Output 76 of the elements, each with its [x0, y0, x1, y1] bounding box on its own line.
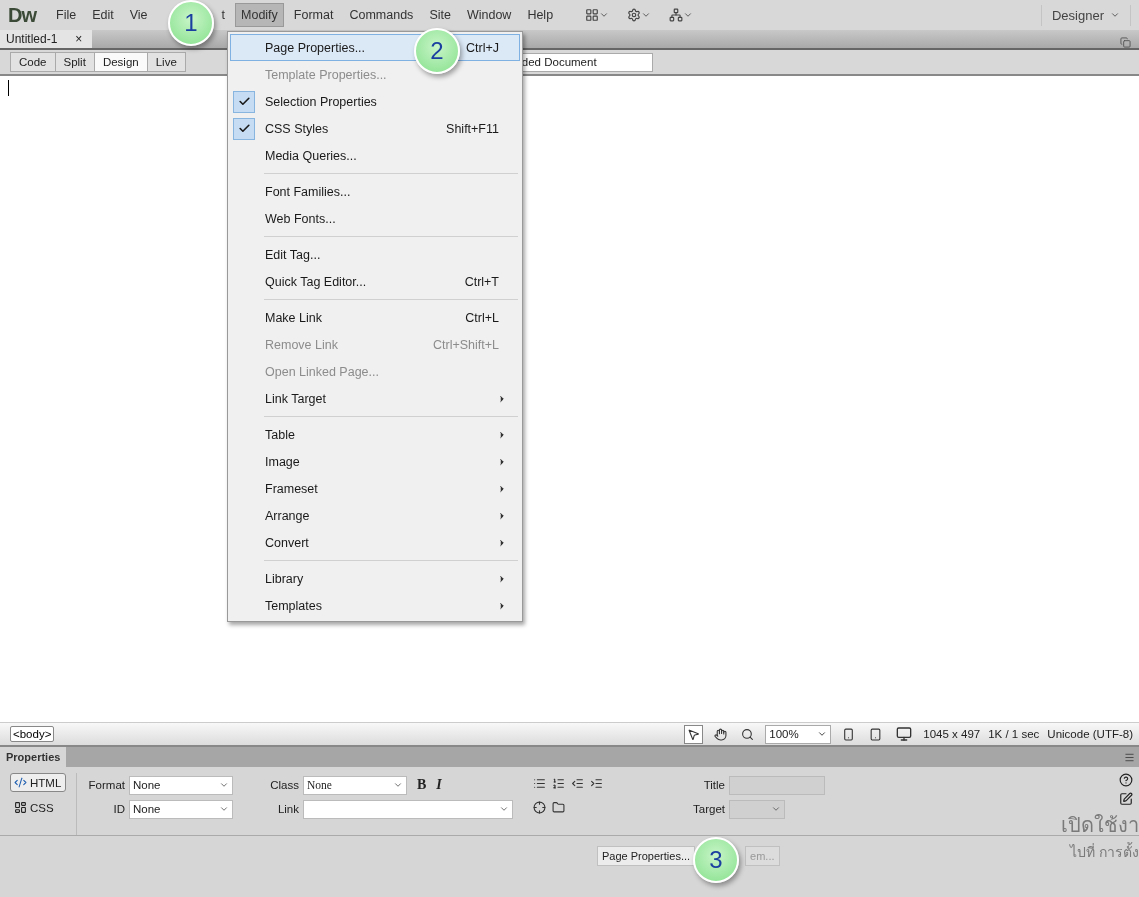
menu-item[interactable]: Commands	[343, 3, 420, 27]
check-icon	[237, 122, 251, 135]
caret-icon	[771, 804, 781, 814]
field-label: Link	[276, 803, 300, 815]
view-button[interactable]: Live	[146, 52, 186, 72]
mode-button[interactable]: HTML	[10, 773, 66, 792]
menu-item[interactable]: Help	[521, 3, 560, 27]
layout-icon[interactable]	[585, 8, 610, 22]
close-icon[interactable]: ×	[75, 32, 83, 46]
window-size[interactable]: 1045 x 497	[923, 728, 981, 740]
menu-item[interactable]: t	[215, 3, 232, 27]
activation-notice: เปิดใช้งา	[1061, 813, 1139, 838]
italic-button[interactable]: I	[436, 777, 442, 793]
page-properties-button[interactable]: Page Properties...	[597, 846, 696, 866]
workspace-switcher[interactable]: Designer	[1040, 4, 1131, 26]
menu-option[interactable]: Selection Properties	[230, 88, 520, 115]
check-icon	[237, 95, 251, 108]
menu-option[interactable]: Make Link Ctrl+L	[230, 304, 520, 331]
menu-option[interactable]: CSS Styles Shift+F11	[230, 115, 520, 142]
menu-option[interactable]: Quick Tag Editor... Ctrl+T	[230, 268, 520, 295]
sitemap-icon[interactable]	[669, 8, 694, 22]
field-label: Title	[702, 779, 726, 791]
caret-icon	[219, 780, 229, 790]
activation-notice: ไปที่ การตั้ง	[1070, 841, 1139, 862]
menu-option[interactable]: Library	[230, 565, 520, 592]
menu-item[interactable]: Format	[287, 3, 340, 27]
menu-option[interactable]: Table	[230, 421, 520, 448]
panel-tab[interactable]: Properties	[0, 747, 67, 767]
link-field[interactable]	[303, 799, 513, 819]
menu-item[interactable]: File	[50, 3, 83, 27]
gear-icon[interactable]	[627, 8, 652, 22]
menu-option[interactable]: Convert	[230, 529, 520, 556]
caret-icon	[1110, 10, 1120, 20]
restore-icon[interactable]	[1120, 37, 1131, 48]
menu-option[interactable]: Frameset	[230, 475, 520, 502]
menu-item[interactable]: Modify	[235, 3, 284, 27]
menu-option[interactable]: Media Queries...	[230, 142, 520, 169]
menu-option[interactable]: Templates	[230, 592, 520, 619]
menu-option[interactable]: Edit Tag...	[230, 241, 520, 268]
format-select[interactable]: None	[129, 775, 233, 795]
menu-option[interactable]: Image	[230, 448, 520, 475]
field-label: Class	[269, 779, 300, 791]
menu-item[interactable]: Site	[423, 3, 457, 27]
menu-option[interactable]: Web Fonts...	[230, 205, 520, 232]
caret-icon	[817, 729, 828, 739]
tag-selector[interactable]: <body>	[10, 726, 55, 742]
text-cursor	[8, 80, 9, 96]
id-select[interactable]: None	[129, 799, 233, 819]
download-time: 1K / 1 sec	[988, 728, 1040, 740]
mode-button[interactable]: CSS	[10, 798, 66, 817]
field-label: Target	[692, 803, 726, 815]
document-tab[interactable]: Untitled-1 ×	[0, 30, 93, 48]
menu-option[interactable]: Link Target	[230, 385, 520, 412]
menu-item[interactable]: Vie	[123, 3, 154, 27]
menu-option[interactable]: Arrange	[230, 502, 520, 529]
zoom-select[interactable]: 100%	[765, 724, 832, 744]
app-logo: Dw	[8, 3, 36, 27]
class-select[interactable]: None	[303, 775, 407, 795]
bold-button[interactable]: B	[417, 777, 427, 793]
view-button[interactable]: Design	[93, 52, 148, 72]
field-label: Format	[87, 779, 126, 791]
view-button[interactable]: Code	[10, 52, 56, 72]
menu-item[interactable]: Window	[460, 3, 518, 27]
caret-icon	[499, 804, 509, 814]
field-label: ID	[112, 803, 126, 815]
caret-icon	[393, 780, 403, 790]
code-icon	[14, 776, 27, 789]
pointer-icon[interactable]	[684, 724, 704, 744]
menu-item[interactable]: Edit	[86, 3, 120, 27]
caret-icon	[219, 804, 229, 814]
encoding: Unicode (UTF-8)	[1047, 728, 1133, 740]
menu-option[interactable]: Font Families...	[230, 178, 520, 205]
title-input[interactable]	[729, 775, 825, 795]
view-button[interactable]: Split	[54, 52, 95, 72]
grid-icon	[14, 801, 27, 814]
crosshair-icon[interactable]	[533, 801, 546, 817]
